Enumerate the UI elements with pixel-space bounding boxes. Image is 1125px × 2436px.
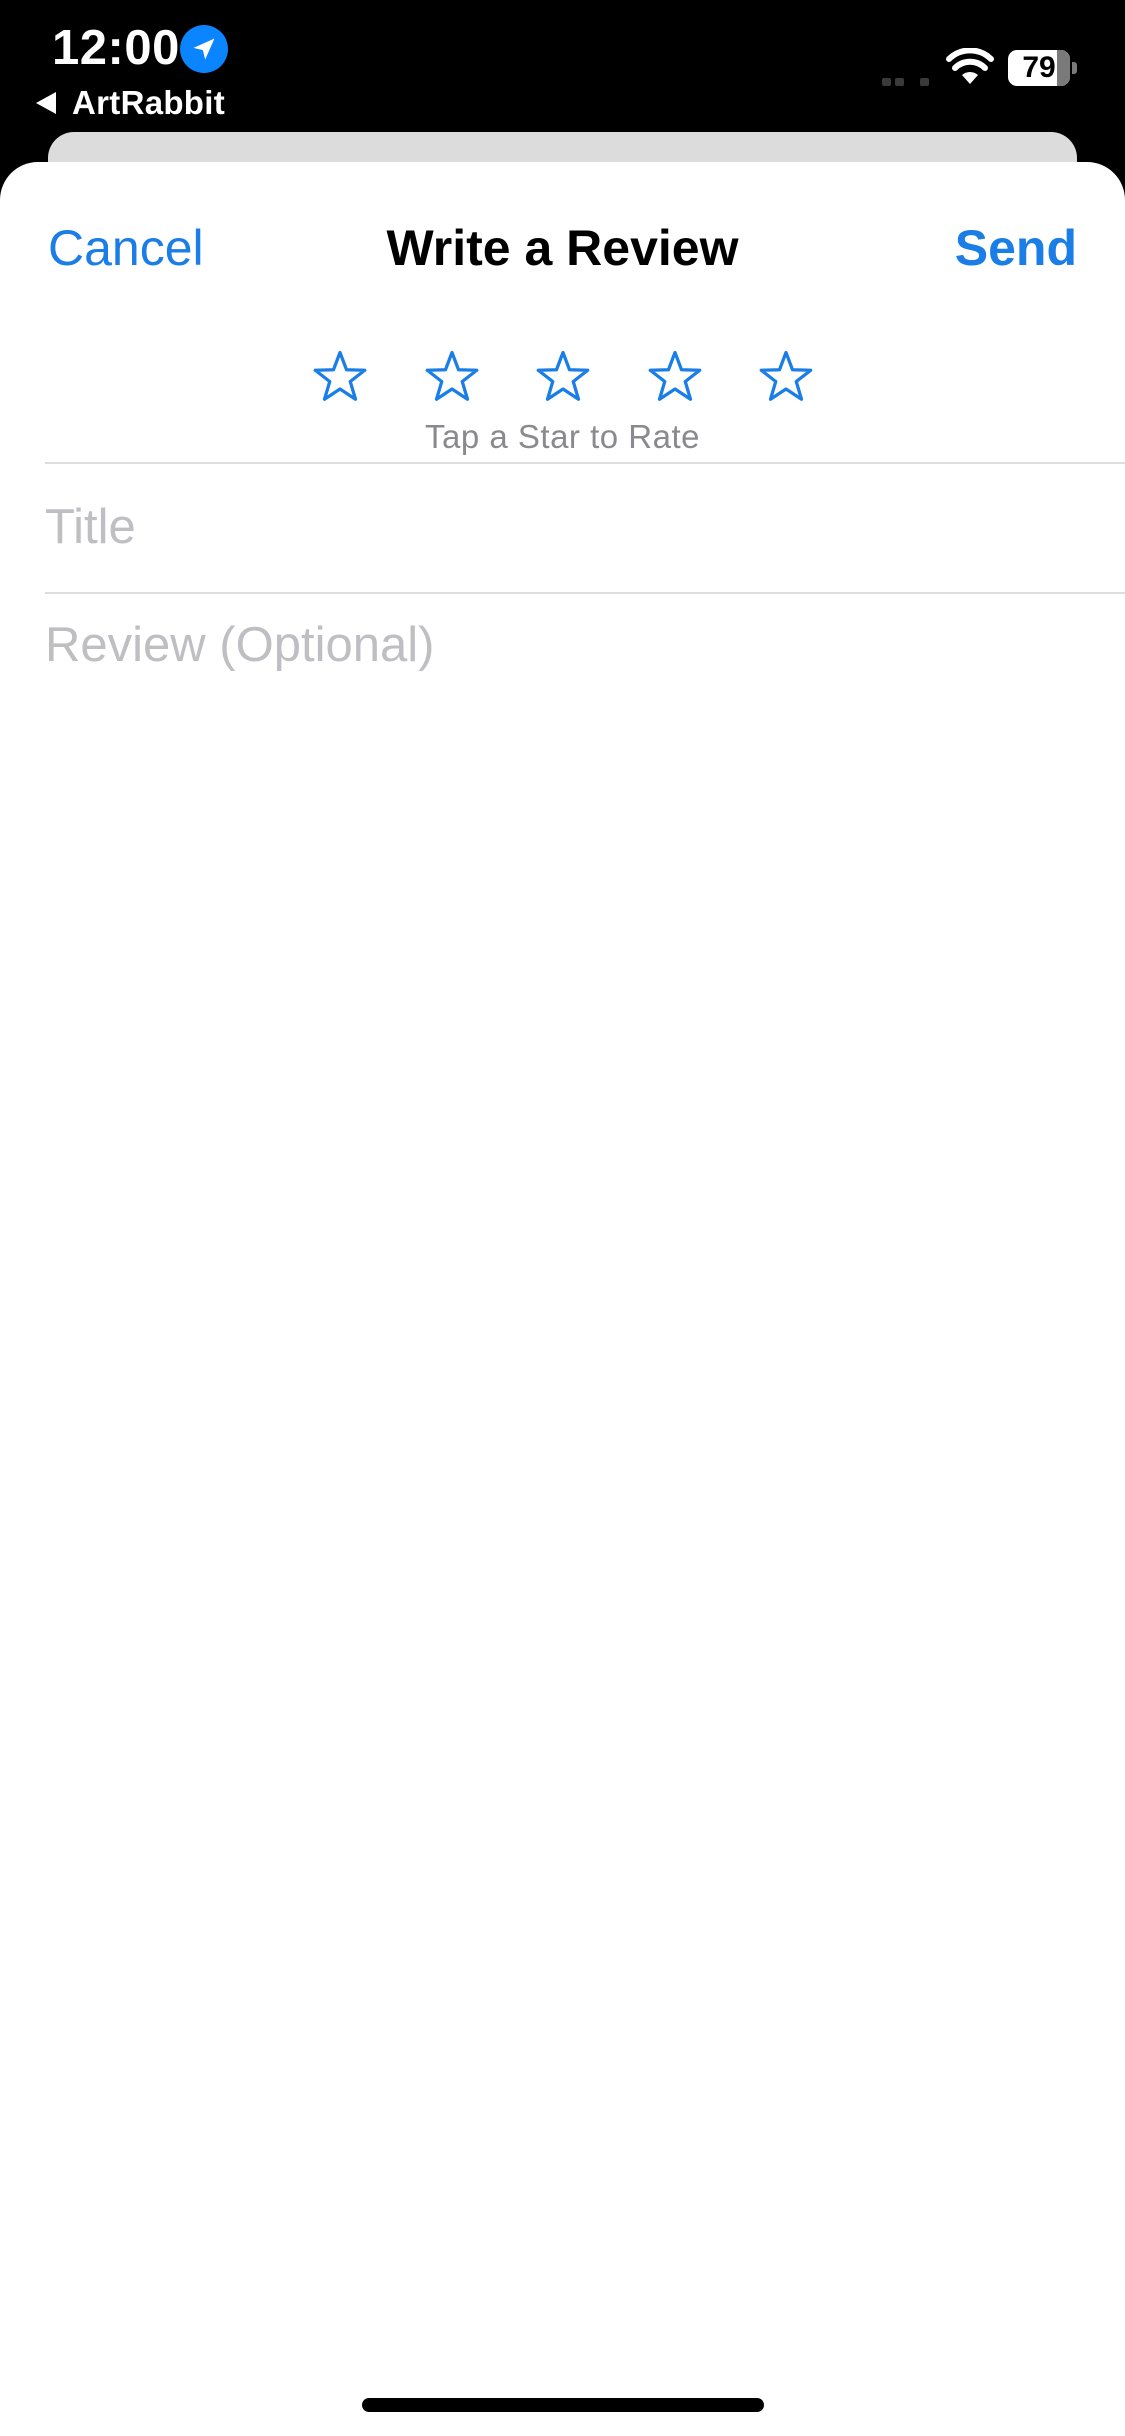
title-input[interactable] (45, 492, 1080, 562)
star-outline-icon (536, 350, 590, 401)
back-app-label: ArtRabbit (72, 84, 226, 121)
cellular-signal-icon (882, 78, 929, 86)
star-outline-icon (313, 350, 367, 401)
home-indicator (362, 2398, 764, 2412)
star-4-button[interactable] (642, 344, 708, 410)
review-input[interactable] (45, 610, 1080, 2310)
star-rating (307, 344, 819, 410)
divider (45, 592, 1125, 594)
screen: 12:00 ArtRabbit 79 Cancel Write a Review… (0, 0, 1125, 2436)
location-arrow-icon (180, 25, 228, 73)
battery-cap (1072, 62, 1077, 74)
rating-hint: Tap a Star to Rate (425, 418, 700, 455)
star-outline-icon (759, 350, 813, 401)
review-sheet: Cancel Write a Review Send Tap a Star to… (0, 162, 1125, 2436)
wifi-icon (946, 48, 994, 84)
send-button[interactable]: Send (955, 218, 1077, 278)
star-3-button[interactable] (530, 344, 596, 410)
star-outline-icon (648, 350, 701, 401)
star-outline-icon (425, 350, 478, 401)
battery-percent: 79 (1022, 51, 1056, 84)
back-triangle-icon (36, 92, 56, 114)
star-5-button[interactable] (753, 344, 819, 410)
battery-body: 79 (1008, 50, 1070, 86)
star-2-button[interactable] (419, 344, 485, 410)
star-1-button[interactable] (307, 344, 373, 410)
status-time: 12:00 (52, 21, 180, 75)
battery-indicator: 79 (1008, 50, 1077, 86)
back-to-app-button[interactable]: ArtRabbit (36, 80, 225, 126)
divider (45, 462, 1125, 464)
cancel-button[interactable]: Cancel (48, 218, 204, 278)
